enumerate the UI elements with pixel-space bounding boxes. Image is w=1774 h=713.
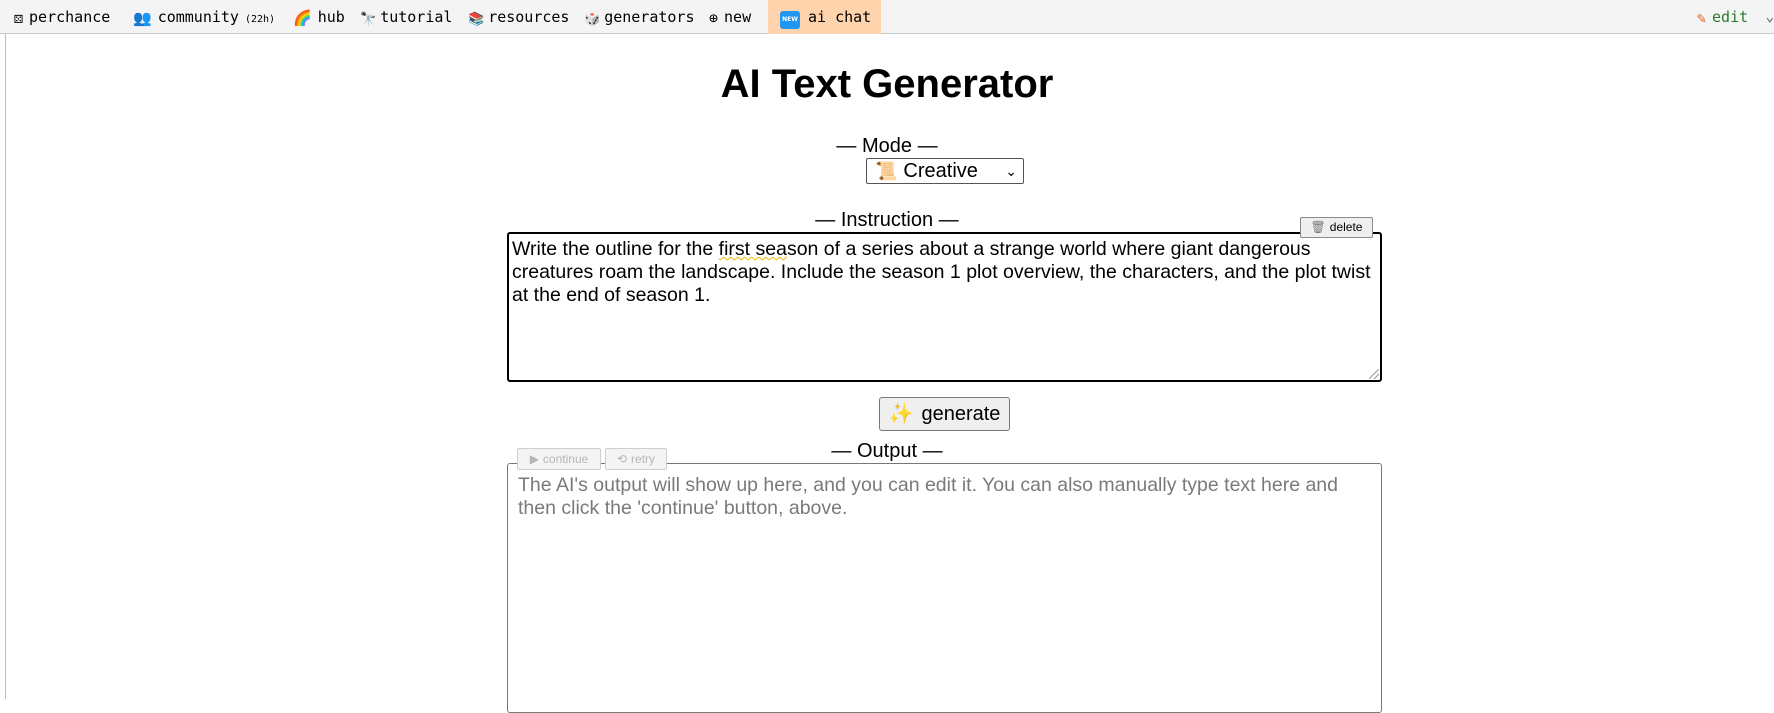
rainbow-icon: 🌈 xyxy=(293,9,312,27)
scroll-icon: 📜 xyxy=(875,161,898,181)
resize-handle[interactable] xyxy=(1369,369,1379,379)
output-placeholder: The AI's output will show up here, and y… xyxy=(518,474,1338,519)
mode-label: — Mode — xyxy=(836,135,938,157)
nav-resources-label: resources xyxy=(488,8,570,26)
dice-pair-icon: 🎲 xyxy=(584,12,601,27)
mode-selected-value: Creative xyxy=(903,160,978,182)
continue-button-label: continue xyxy=(542,452,589,466)
page-title: AI Text Generator xyxy=(720,62,1054,106)
nav-new-label: new xyxy=(724,8,752,26)
nav-tutorial[interactable]: 🔭 tutorial xyxy=(360,0,452,34)
instruction-textarea[interactable]: Write the outline for the first season o… xyxy=(507,232,1382,382)
trash-icon: 🗑 xyxy=(1310,220,1326,234)
nav-perchance-label: perchance xyxy=(29,8,111,26)
new-badge-icon: NEW xyxy=(780,11,800,29)
nav-edit[interactable]: ✎ edit xyxy=(1697,0,1748,34)
delete-button-label: delete xyxy=(1329,220,1363,234)
binoculars-icon: 🔭 xyxy=(360,12,377,27)
instruction-text-start: Write the outline for the xyxy=(512,238,719,260)
sparkles-icon: ✨ xyxy=(888,403,914,425)
chevron-down-icon: ⌄ xyxy=(1005,163,1017,179)
dice-icon: ⚄ xyxy=(14,9,24,27)
nav-tutorial-label: tutorial xyxy=(380,8,453,26)
output-textarea[interactable]: The AI's output will show up here, and y… xyxy=(507,463,1382,713)
instruction-label: — Instruction — xyxy=(815,209,959,231)
instruction-misspelled-word: first sea xyxy=(718,238,787,260)
nav-ai-chat[interactable]: NEW ai chat xyxy=(768,0,882,34)
nav-hub-label: hub xyxy=(317,8,345,26)
output-label: — Output — xyxy=(831,440,943,462)
nav-new[interactable]: ⊕ new xyxy=(709,0,751,34)
nav-resources[interactable]: 📚 resources xyxy=(468,0,569,34)
pencil-icon: ✎ xyxy=(1697,9,1707,27)
mode-select[interactable]: 📜 Creative ⌄ xyxy=(866,158,1024,184)
nav-generators[interactable]: 🎲 generators xyxy=(584,0,695,34)
nav-ai-chat-label: ai chat xyxy=(808,8,872,26)
retry-button-label: retry xyxy=(631,452,656,466)
nav-community[interactable]: 👥 community (22h) xyxy=(133,0,275,34)
nav-generators-label: generators xyxy=(604,8,695,26)
retry-button[interactable]: ⟲ retry xyxy=(605,448,667,470)
bookshelf-icon: 📚 xyxy=(468,12,485,27)
generate-button-label: generate xyxy=(921,403,1001,425)
nav-perchance[interactable]: ⚄ perchance xyxy=(14,0,110,34)
nav-hub[interactable]: 🌈 hub xyxy=(293,0,345,34)
nav-community-label: community xyxy=(157,8,239,26)
top-nav-bar: ⚄ perchance 👥 community (22h) 🌈 hub 🔭 tutoria… xyxy=(0,0,1774,34)
globe-plus-icon: ⊕ xyxy=(709,9,719,27)
continue-button[interactable]: ▶ continue xyxy=(517,448,601,470)
retry-icon: ⟲ xyxy=(616,452,628,466)
people-icon: 👥 xyxy=(133,9,152,27)
delete-button[interactable]: 🗑 delete xyxy=(1300,217,1373,238)
community-time-badge: (22h) xyxy=(244,14,276,25)
generate-button[interactable]: ✨ generate xyxy=(879,397,1010,431)
play-icon: ▶ xyxy=(529,452,539,466)
nav-overflow-caret[interactable]: ⌄ xyxy=(1766,0,1774,34)
nav-edit-label: edit xyxy=(1712,8,1749,26)
